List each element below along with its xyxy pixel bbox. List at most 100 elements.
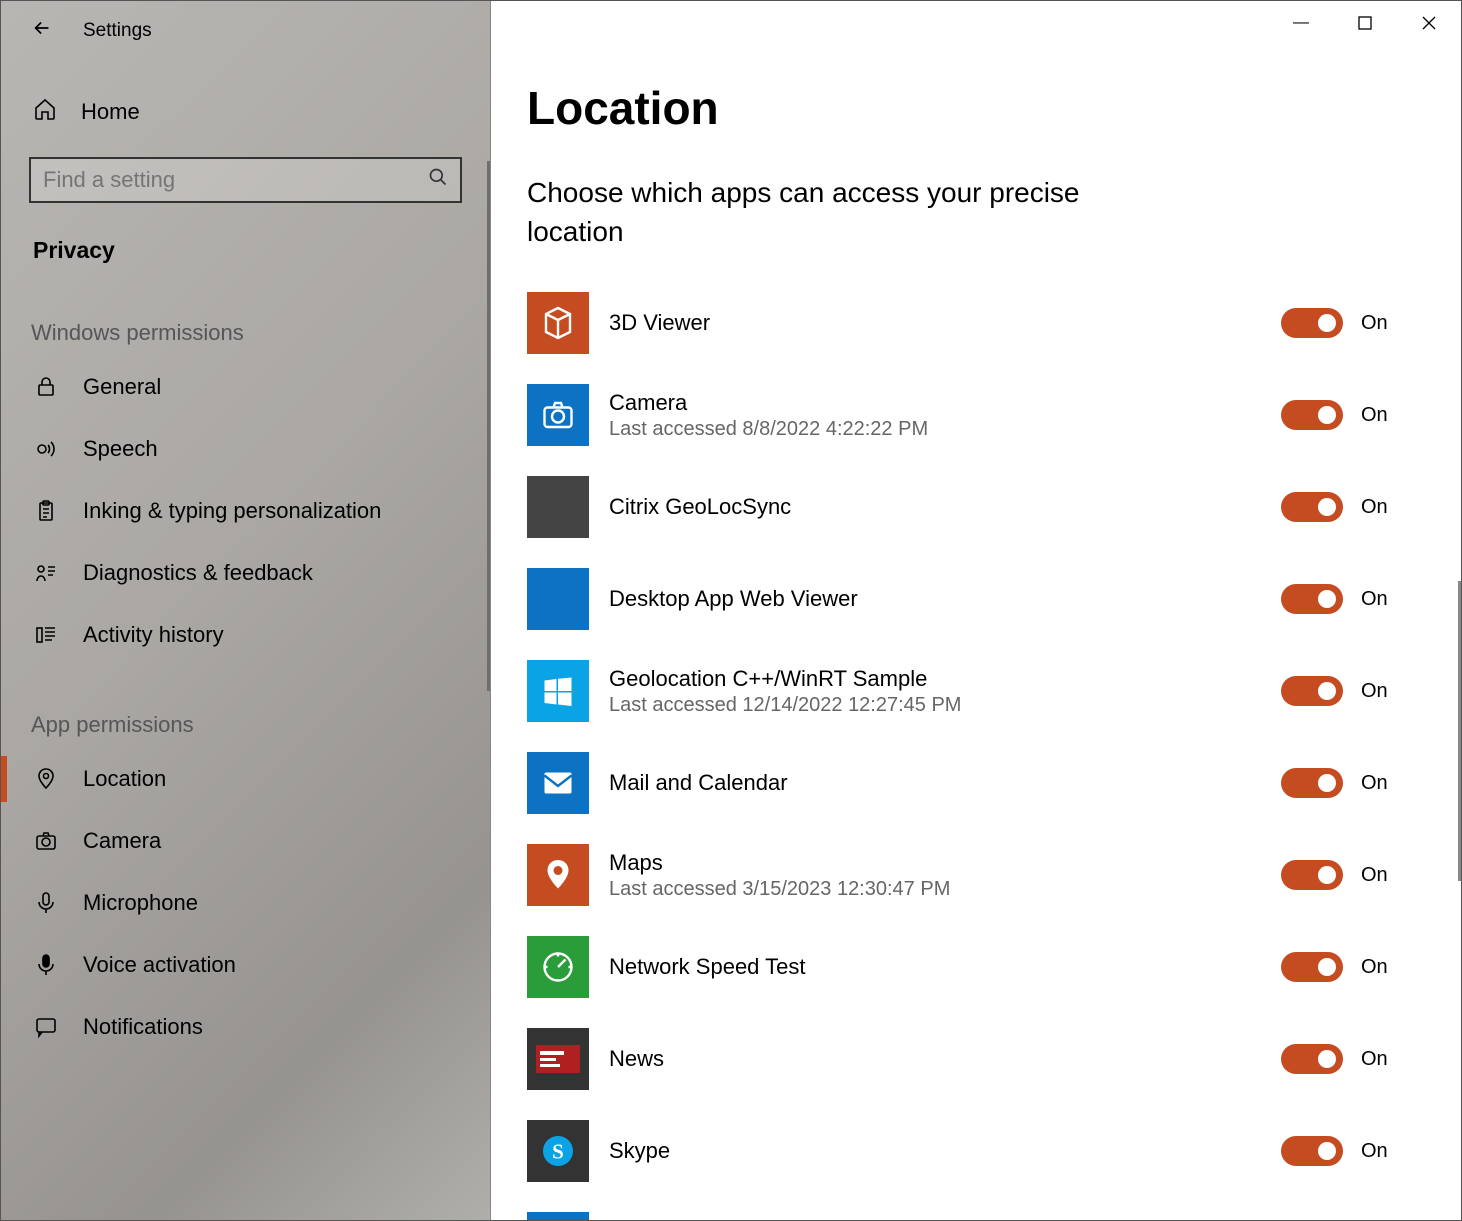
app-icon [527,292,589,354]
history-icon [33,623,59,647]
app-icon [527,1212,589,1220]
app-name: Citrix GeoLocSync [609,494,1261,520]
nav-inking[interactable]: Inking & typing personalization [1,480,490,542]
nav-notifications[interactable]: Notifications [1,996,490,1058]
back-button[interactable] [31,17,53,45]
nav-label: Location [83,766,166,792]
app-row: S Skype On [527,1105,1411,1197]
nav-label: Microphone [83,890,198,916]
toggle-state-label: On [1361,312,1388,335]
nav-speech[interactable]: Speech [1,418,490,480]
app-icon [527,568,589,630]
app-name: Camera [609,390,1261,416]
close-button[interactable] [1397,1,1461,45]
app-icon [527,476,589,538]
app-icon: S [527,1120,589,1182]
nav-general[interactable]: General [1,356,490,418]
search-input[interactable] [29,157,462,203]
nav-label: Voice activation [83,952,236,978]
location-icon [33,767,59,791]
page-title: Location [527,81,1411,135]
speech-icon [33,437,59,461]
nav-label: General [83,374,161,400]
app-name: Mail and Calendar [609,770,1261,796]
window-title: Settings [83,20,152,42]
app-icon [527,660,589,722]
app-icon [527,844,589,906]
app-name: Skype [609,1138,1261,1164]
nav-label: Inking & typing personalization [83,498,381,524]
nav-label: Camera [83,828,161,854]
clipboard-icon [33,499,59,523]
toggle-state-label: On [1361,404,1388,427]
app-toggle[interactable] [1281,768,1343,798]
sidebar: Settings Home Privacy Windows permission… [1,1,491,1220]
voice-icon [33,953,59,977]
app-row: Geolocation C++/WinRT Sample Last access… [527,645,1411,737]
app-toggle[interactable] [1281,952,1343,982]
nav-microphone[interactable]: Microphone [1,872,490,934]
group-windows-permissions: Windows permissions [1,274,490,356]
toggle-state-label: On [1361,864,1388,887]
nav-label: Notifications [83,1014,203,1040]
lock-icon [33,375,59,399]
search-icon [428,167,448,193]
content: — Location Choose which apps can access … [491,1,1461,1220]
app-toggle[interactable] [1281,400,1343,430]
chat-icon [33,1015,59,1039]
toggle-state-label: On [1361,496,1388,519]
app-icon [527,936,589,998]
app-row: Desktop App Web Viewer On [527,553,1411,645]
app-name: Maps [609,850,1261,876]
app-row: Network Speed Test On [527,921,1411,1013]
app-row: 3D Viewer On [527,277,1411,369]
app-row: Maps Last accessed 3/15/2023 12:30:47 PM… [527,829,1411,921]
app-name: Network Speed Test [609,954,1261,980]
home-button[interactable]: Home [1,63,490,151]
camera-icon [33,829,59,853]
app-toggle[interactable] [1281,860,1343,890]
nav-diagnostics[interactable]: Diagnostics & feedback [1,542,490,604]
nav-label: Activity history [83,622,224,648]
page-subhead: Choose which apps can access your precis… [527,173,1107,251]
app-toggle[interactable] [1281,1136,1343,1166]
app-name: News [609,1046,1261,1072]
minimize-button[interactable]: — [1269,1,1333,45]
microphone-icon [33,891,59,915]
app-last-accessed: Last accessed 12/14/2022 12:27:45 PM [609,694,1261,717]
home-icon [33,97,57,127]
group-app-permissions: App permissions [1,666,490,748]
toggle-state-label: On [1361,1048,1388,1071]
app-toggle[interactable] [1281,584,1343,614]
app-row: Camera Last accessed 8/8/2022 4:22:22 PM… [527,369,1411,461]
content-scrollbar[interactable] [1458,581,1461,881]
nav-camera[interactable]: Camera [1,810,490,872]
nav-activity[interactable]: Activity history [1,604,490,666]
home-label: Home [81,99,140,125]
app-icon [527,1028,589,1090]
app-row: Weather On [527,1197,1411,1220]
toggle-state-label: On [1361,956,1388,979]
app-toggle[interactable] [1281,492,1343,522]
app-icon [527,384,589,446]
toggle-state-label: On [1361,1140,1388,1163]
toggle-state-label: On [1361,588,1388,611]
app-row: News On [527,1013,1411,1105]
nav-voice-activation[interactable]: Voice activation [1,934,490,996]
app-icon [527,752,589,814]
toggle-state-label: On [1361,772,1388,795]
app-toggle[interactable] [1281,1044,1343,1074]
app-last-accessed: Last accessed 3/15/2023 12:30:47 PM [609,878,1261,901]
app-list: 3D Viewer On Camera Last accessed 8/8/20… [527,277,1411,1220]
app-row: Citrix GeoLocSync On [527,461,1411,553]
app-name: Geolocation C++/WinRT Sample [609,666,1261,692]
nav-location[interactable]: Location [1,748,490,810]
app-toggle[interactable] [1281,308,1343,338]
app-name: 3D Viewer [609,310,1261,336]
feedback-icon [33,561,59,585]
nav-label: Diagnostics & feedback [83,560,313,586]
maximize-button[interactable] [1333,1,1397,45]
app-last-accessed: Last accessed 8/8/2022 4:22:22 PM [609,418,1261,441]
nav-label: Speech [83,436,158,462]
app-toggle[interactable] [1281,676,1343,706]
